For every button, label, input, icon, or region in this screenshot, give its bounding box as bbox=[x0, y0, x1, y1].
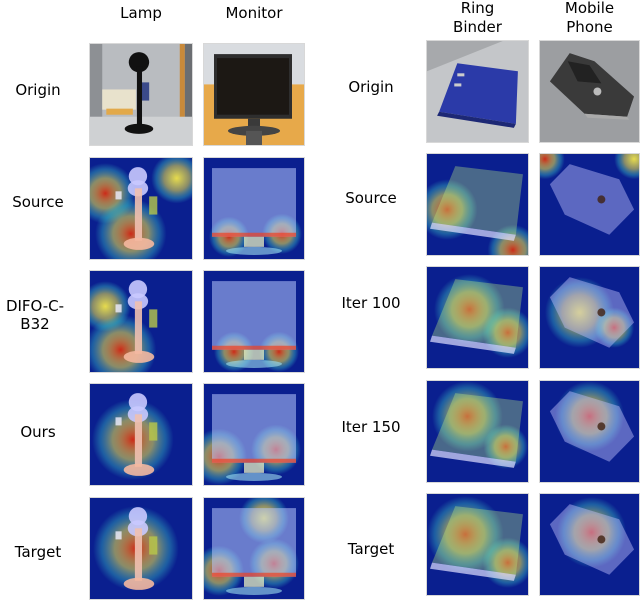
binder-heatmap-source-image bbox=[426, 153, 529, 256]
phone-heatmap-target-image bbox=[539, 493, 640, 596]
column-header-mobile-phone: Mobile Phone bbox=[564, 0, 615, 36]
row-label-origin-right: Origin bbox=[348, 78, 394, 96]
lamp-heatmap-difo-image bbox=[89, 270, 193, 373]
row-label-origin-left: Origin bbox=[15, 81, 61, 99]
column-header-monitor: Monitor bbox=[225, 4, 283, 22]
lamp-heatmap-source-image bbox=[89, 157, 193, 260]
binder-heatmap-iter100-image bbox=[426, 266, 529, 369]
row-label-ours: Ours bbox=[20, 423, 56, 441]
binder-heatmap-target-image bbox=[426, 493, 529, 596]
phone-heatmap-iter100-image bbox=[539, 266, 640, 369]
monitor-photo-image bbox=[203, 43, 305, 146]
row-label-target-right: Target bbox=[347, 540, 395, 558]
column-header-lamp: Lamp bbox=[120, 4, 162, 22]
lamp-heatmap-target-image bbox=[89, 497, 193, 600]
binder-heatmap-iter150-image bbox=[426, 380, 529, 483]
column-header-ring-binder: Ring Binder bbox=[453, 0, 502, 36]
phone-heatmap-iter150-image bbox=[539, 380, 640, 483]
monitor-heatmap-ours-image bbox=[203, 383, 305, 486]
binder-photo-image bbox=[426, 40, 529, 143]
lamp-heatmap-ours-image bbox=[89, 383, 193, 486]
row-label-iter-150: Iter 150 bbox=[341, 418, 401, 436]
lamp-photo-image bbox=[89, 43, 193, 146]
row-label-source-right: Source bbox=[345, 189, 397, 207]
row-label-difo: DIFO-C- B32 bbox=[5, 297, 65, 333]
phone-photo-image bbox=[539, 40, 640, 143]
row-label-target-left: Target bbox=[14, 543, 62, 561]
row-label-iter-100: Iter 100 bbox=[341, 294, 401, 312]
phone-heatmap-source-image bbox=[539, 153, 640, 256]
monitor-heatmap-target-image bbox=[203, 497, 305, 600]
monitor-heatmap-source-image bbox=[203, 157, 305, 260]
monitor-heatmap-difo-image bbox=[203, 270, 305, 373]
row-label-source-left: Source bbox=[12, 193, 64, 211]
